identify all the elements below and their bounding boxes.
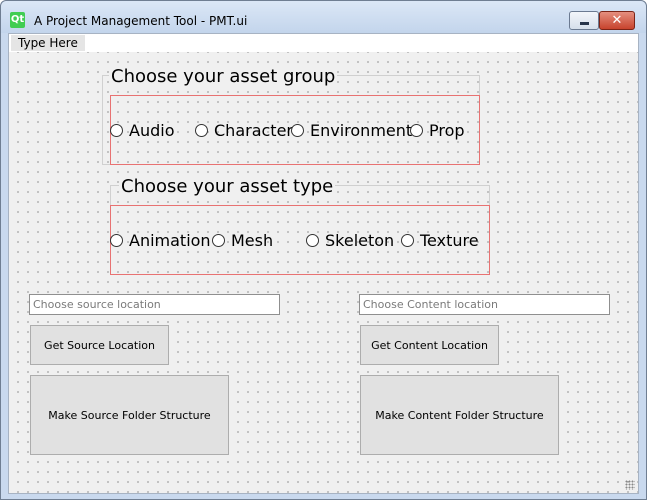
radio-circle-icon — [110, 123, 123, 137]
radio-skeleton[interactable]: Skeleton — [306, 230, 395, 250]
resize-grip-icon[interactable] — [625, 480, 635, 490]
radio-label: Audio — [129, 120, 175, 140]
form-canvas: Type Here Choose your asset group Audio … — [8, 33, 639, 494]
radio-circle-icon — [195, 123, 208, 137]
minimize-button[interactable] — [569, 11, 599, 30]
radio-label: Character — [214, 120, 293, 140]
make-content-folder-structure-button[interactable]: Make Content Folder Structure — [360, 375, 559, 455]
radio-animation[interactable]: Animation — [110, 230, 211, 250]
make-source-folder-structure-button[interactable]: Make Source Folder Structure — [30, 375, 229, 455]
radio-mesh[interactable]: Mesh — [212, 230, 274, 250]
radio-label: Mesh — [231, 230, 274, 250]
menu-item-type-here[interactable]: Type Here — [11, 35, 85, 51]
main-window: Qt A Project Management Tool - PMT.ui ✕ … — [0, 0, 647, 500]
radio-audio[interactable]: Audio — [110, 120, 175, 140]
content-location-input[interactable]: Choose Content location — [359, 294, 610, 315]
radio-circle-icon — [401, 233, 414, 247]
close-icon: ✕ — [611, 13, 623, 28]
radio-circle-icon — [306, 233, 319, 247]
radio-texture[interactable]: Texture — [401, 230, 479, 250]
menu-bar: Type Here — [9, 34, 638, 52]
close-button[interactable]: ✕ — [599, 11, 635, 30]
radio-label: Animation — [129, 230, 211, 250]
radio-label: Prop — [429, 120, 465, 140]
radio-environment[interactable]: Environment — [291, 120, 413, 140]
asset-type-title: Choose your asset type — [119, 176, 336, 197]
minimize-icon — [579, 22, 589, 25]
radio-label: Environment — [310, 120, 413, 140]
radio-circle-icon — [291, 123, 304, 137]
radio-label: Texture — [420, 230, 479, 250]
get-source-location-button[interactable]: Get Source Location — [30, 325, 169, 365]
asset-group-title: Choose your asset group — [109, 66, 338, 87]
window-title: A Project Management Tool - PMT.ui — [34, 14, 248, 28]
radio-prop[interactable]: Prop — [410, 120, 465, 140]
radio-circle-icon — [110, 233, 123, 247]
get-content-location-button[interactable]: Get Content Location — [360, 325, 499, 365]
qt-app-icon: Qt — [10, 12, 25, 28]
title-bar[interactable]: Qt A Project Management Tool - PMT.ui ✕ — [1, 1, 646, 33]
radio-circle-icon — [410, 123, 423, 137]
radio-circle-icon — [212, 233, 225, 247]
source-location-input[interactable]: Choose source location — [29, 294, 280, 315]
radio-label: Skeleton — [325, 230, 395, 250]
radio-character[interactable]: Character — [195, 120, 293, 140]
